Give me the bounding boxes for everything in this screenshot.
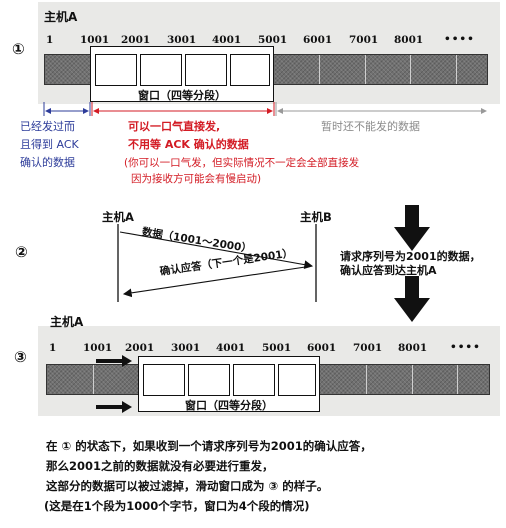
- step3-window: 窗口（四等分段）: [138, 356, 320, 412]
- step1-tick-7001: 7001: [349, 34, 379, 46]
- step1-host-label: 主机A: [44, 10, 78, 24]
- step3-tick-1001: 1001: [83, 342, 113, 354]
- step1-tick-4001: 4001: [212, 34, 242, 46]
- step1-sendable-line2: 不用等 ACK 确认的数据: [128, 138, 249, 151]
- step1-sent-acked-line3: 确认的数据: [20, 156, 75, 169]
- step1-window-label: 窗口（四等分段）: [138, 89, 226, 102]
- step3-tick-1: 1: [49, 342, 57, 354]
- step1-tick-1: 1: [46, 34, 54, 46]
- step1-tick-6001: 6001: [303, 34, 333, 46]
- step3-tick-2001: 2001: [125, 342, 155, 354]
- step1-tick-more: ••••: [444, 33, 475, 45]
- step3-window-segment: [188, 364, 230, 396]
- step3-window-segment: [278, 364, 316, 396]
- step1-sendable-note-line1: (你可以一口气发，但实际情况不一定会全部直接发: [124, 157, 360, 169]
- step3-tick-7001: 7001: [353, 342, 383, 354]
- step3-window-label: 窗口（四等分段）: [185, 399, 273, 412]
- step2-explanation-line2: 确认应答到达主机A: [340, 264, 437, 277]
- step3-host-label: 主机A: [50, 315, 84, 329]
- slide-right-arrow-icon: [96, 355, 132, 367]
- step1-window-segment: [230, 54, 270, 86]
- step3-tick-5001: 5001: [262, 342, 292, 354]
- caption-line3: 这部分的数据可以被过滤掉，滑动窗口成为 ③ 的样子。: [46, 479, 329, 493]
- step3-tick-8001: 8001: [398, 342, 428, 354]
- step1-window: 窗口（四等分段）: [90, 46, 274, 102]
- step3-tick-more: ••••: [450, 341, 481, 353]
- step1-sendable-note-line2: 因为接收方可能会有慢启动): [131, 173, 262, 185]
- step1-tick-5001: 5001: [258, 34, 288, 46]
- step3-tick-4001: 4001: [216, 342, 246, 354]
- step3-tick-3001: 3001: [171, 342, 201, 354]
- down-arrow-icon: [394, 205, 430, 251]
- step1-sent-acked-line2: 且得到 ACK: [20, 138, 79, 151]
- step1-window-segment: [95, 54, 137, 86]
- step1-bracket-arrows: [43, 102, 487, 116]
- step3-tick-6001: 6001: [307, 342, 337, 354]
- step1-tick-8001: 8001: [394, 34, 424, 46]
- slide-right-arrow-icon: [96, 401, 132, 413]
- step3-number: ③: [14, 348, 27, 366]
- step1-tick-3001: 3001: [167, 34, 197, 46]
- caption-line2: 那么2001之前的数据就没有必要进行重发，: [46, 459, 274, 473]
- step3-window-segment: [143, 364, 185, 396]
- step1-sent-acked-line1: 已经发过而: [20, 120, 75, 133]
- step1-window-segment: [185, 54, 227, 86]
- caption-line1: 在 ① 的状态下，如果收到一个请求序列号为2001的确认应答，: [46, 439, 372, 453]
- step1-tick-2001: 2001: [121, 34, 151, 46]
- caption-line4: (这是在1个段为1000个字节，窗口为4个段的情况): [44, 499, 310, 513]
- step3-window-segment: [233, 364, 275, 396]
- step1-tick-1001: 1001: [80, 34, 110, 46]
- step1-window-segment: [140, 54, 182, 86]
- step1-not-sendable: 暂时还不能发的数据: [321, 120, 420, 133]
- down-arrow-icon: [394, 276, 430, 322]
- step2-explanation-line1: 请求序列号为2001的数据，: [340, 250, 481, 263]
- step1-number: ①: [12, 40, 25, 58]
- step1-sendable-line1: 可以一口气直接发,: [128, 120, 221, 133]
